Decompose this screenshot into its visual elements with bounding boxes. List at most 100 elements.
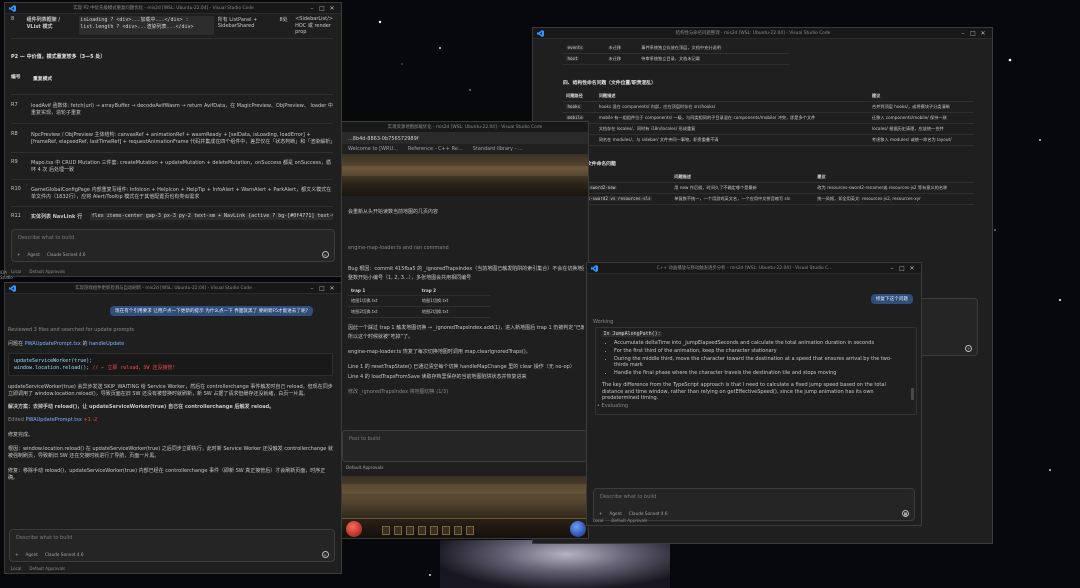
- window-titlebar: 实现游戏组件更新检测与自动刷新 - mis2d [WSL: Ubuntu-22.…: [5, 283, 341, 294]
- section-heading: 总结优先级: [563, 217, 974, 224]
- resource-table: 当前命名 问题描述 建议 resource-sword2-new用 new 作后…: [563, 172, 974, 205]
- table-row: R11 实体列表 NavLink 行 flex items-center gap…: [11, 206, 333, 226]
- user-message: 现在有个引用要求 让用户点一下更新的提示 为什么点一下 界面就黑了 要刷新F5才…: [110, 306, 314, 316]
- agent-dropdown[interactable]: Agent: [28, 252, 40, 257]
- window-title: C++ 动画播放与移动触发逐步分析 - mis2d [WSL: Ubuntu-2…: [656, 266, 833, 271]
- maximize-icon[interactable]: □: [317, 5, 327, 12]
- table-header: 当前命名 问题描述 建议: [563, 172, 974, 183]
- game-hud: [342, 518, 588, 538]
- add-context-icon[interactable]: +: [599, 511, 603, 516]
- vscode-logo-icon: [537, 29, 544, 37]
- maximize-icon[interactable]: □: [897, 265, 907, 272]
- send-button[interactable]: +: [965, 345, 972, 352]
- pattern-list: R7 loadAvif 函数体: fetch(url) → arrayBuffe…: [11, 94, 335, 226]
- reviewed-summary: Reviewed 3 files and searched for update…: [8, 327, 135, 333]
- add-context-icon[interactable]: +: [17, 252, 21, 257]
- stop-button[interactable]: ■: [902, 510, 909, 517]
- table-row: R9 Mapo.tsx 中 CRUD Mutation 三件套: createM…: [11, 152, 333, 179]
- table-row: hoot 未迁移 待审系统独立目录，文档未记载: [563, 53, 790, 65]
- window-titlebar: 实现资源地图加载优化 - mis2d [WSL: Ubuntu-22.04] -…: [342, 122, 588, 133]
- window-title: 实现资源地图加载优化 - mis2d [WSL: Ubuntu-22.04] -…: [387, 125, 543, 130]
- vscode-logo-icon: [591, 264, 598, 272]
- table-row: 8 组件列表框架 / VList 模式 isLoading ? <div>...…: [11, 16, 333, 39]
- chat-input[interactable]: Describe what to build + Agent Claude So…: [11, 229, 335, 262]
- model-dropdown[interactable]: Claude Sonnet 4.6: [47, 252, 86, 257]
- table-row: 地图1切换.txt 地图1切换.txt: [348, 295, 490, 307]
- window-titlebar: C++ 动画播放与移动触发逐步分析 - mis2d [WSL: Ubuntu-2…: [587, 263, 921, 274]
- add-context-icon[interactable]: +: [15, 552, 19, 557]
- game-viewport-top: [342, 154, 588, 196]
- model-dropdown[interactable]: Claude Sonnet 4.6: [45, 552, 84, 557]
- maximize-icon[interactable]: □: [317, 285, 327, 292]
- working-indicator: Working: [593, 319, 614, 325]
- trap-table: trap 1 trap 2 地图1切换.txt 地图1切换.txt 地图2切换.tx…: [348, 286, 490, 318]
- close-icon[interactable]: ✕: [327, 5, 337, 12]
- vscode-window-patterns: 实现 P2 中优先级模式重复问题优化 - mis2d [WSL: Ubuntu-…: [4, 2, 342, 277]
- window-title: 实现游戏组件更新检测与自动刷新 - mis2d [WSL: Ubuntu-22.…: [75, 286, 252, 291]
- table-row: R10 GameGlobalConfigPage 内部重复写组件: InfoIc…: [11, 179, 333, 206]
- user-message: 修复下这个问题: [870, 294, 913, 304]
- local-dropdown[interactable]: Local: [11, 566, 21, 571]
- minimize-icon[interactable]: –: [307, 285, 317, 292]
- bookmark-item[interactable]: Reference - C++ Re...: [408, 146, 463, 152]
- priority-label: 优先级: [563, 234, 974, 241]
- minimize-icon[interactable]: –: [887, 265, 897, 272]
- table-row: hooks hooks 混在 components/ 内部，应在顶层时存在 src…: [563, 101, 974, 113]
- bookmark-item[interactable]: Welcome to [WRU...: [348, 146, 398, 152]
- send-button[interactable]: ▸: [322, 251, 329, 258]
- send-button[interactable]: ▸: [322, 551, 329, 558]
- approvals-dropdown[interactable]: Default Approvals: [29, 269, 65, 274]
- chat-input[interactable]: Post to build: [342, 430, 588, 462]
- agent-dropdown[interactable]: Agent: [26, 552, 38, 557]
- bookmark-item[interactable]: Standard library - ...: [473, 146, 523, 152]
- code-block: updateServiceWorker(true); window.locati…: [8, 353, 333, 376]
- close-icon[interactable]: ✕: [327, 285, 337, 292]
- chat-input[interactable]: Describe what to build + Agent Claude So…: [593, 488, 915, 521]
- vscode-logo-icon: [9, 284, 16, 292]
- minimize-icon[interactable]: –: [958, 30, 968, 37]
- function-reference[interactable]: handleUpdate: [89, 341, 124, 347]
- window-titlebar: 结构性与命名问题整理 - mis2d [WSL: Ubuntu-22.04] -…: [533, 28, 992, 39]
- wallpaper-figure: [440, 540, 670, 588]
- table-row: resource-sword2-new 用 new 作后缀，时间久了不确定哪个是最…: [563, 182, 974, 194]
- table-row: 地图2切换.txt 地图2切换.txt: [348, 306, 490, 318]
- model-dropdown[interactable]: Claude Sonnet 4.6: [629, 511, 668, 516]
- table-row: events 未迁移 事件系统独立存放在顶层，文档中充分说明: [563, 43, 790, 54]
- approvals-dropdown[interactable]: Default Approvals: [346, 465, 383, 470]
- chat-toolbar: Default Approvals: [346, 465, 383, 470]
- close-icon[interactable]: ✕: [978, 30, 988, 37]
- mana-orb: [570, 521, 586, 537]
- window-title: 实现 P2 中优先级模式重复问题优化 - mis2d [WSL: Ubuntu-…: [73, 6, 254, 11]
- approvals-dropdown[interactable]: Default Approvals: [29, 566, 65, 571]
- edit-summary: Edited PWAUpdatePrompt.tsx +1 -2: [8, 417, 98, 423]
- maximize-icon[interactable]: □: [968, 30, 978, 37]
- health-orb: [346, 521, 362, 537]
- scrollbar[interactable]: [911, 388, 914, 400]
- chat-input[interactable]: Describe what to build + Agent Claude So…: [9, 529, 335, 562]
- module-table: events 未迁移 事件系统独立存放在顶层，文档中充分说明 hoot 未迁移 待审系统…: [563, 43, 790, 65]
- file-reference[interactable]: PWAUpdatePrompt.tsx: [25, 341, 81, 347]
- window-titlebar: 实现 P2 中优先级模式重复问题优化 - mis2d [WSL: Ubuntu-…: [5, 3, 341, 14]
- game-viewport-bottom: [342, 476, 588, 538]
- file-reference[interactable]: PWAUpdatePrompt.tsx: [26, 417, 82, 423]
- minimize-icon[interactable]: –: [307, 5, 317, 12]
- table-row: R8 NpcPreview / ObjPreview 主体结构: canvasR…: [11, 123, 335, 152]
- reasoning-panel: In JumpAlongPath(): Accumulate deltaTime…: [595, 327, 917, 415]
- approvals-dropdown[interactable]: Default Approvals: [611, 518, 647, 523]
- table-row: mobile mobile 有一组组件位于 components/ 一级，与同类相…: [563, 112, 974, 124]
- section-heading: 四、结构性命名问题（文件位置/职责混乱）: [563, 81, 656, 86]
- bookmarks-bar: Welcome to [WRU... Reference - C++ Re...…: [342, 144, 588, 154]
- window-title: 结构性与命名问题整理 - mis2d [WSL: Ubuntu-22.04] -…: [675, 31, 831, 36]
- section-heading: P2 — 中价值，模式重复较多（3—5 处）: [11, 54, 106, 60]
- vscode-logo-icon: [9, 4, 16, 12]
- structure-table: 问题路径 问题描述 建议 hooks hooks 混在 components/ 内…: [563, 91, 974, 146]
- agent-dropdown[interactable]: Agent: [610, 511, 622, 516]
- table-header: 问题路径 问题描述 建议: [563, 91, 974, 102]
- table-row: resources-sword2 vs resources-sls 单复数不统一，…: [563, 193, 974, 205]
- vscode-window-cpp: C++ 动画播放与移动触发逐步分析 - mis2d [WSL: Ubuntu-2…: [586, 262, 922, 526]
- browser-address-bar[interactable]: ...8b4d-8863-0b756572989f: [342, 133, 588, 144]
- close-icon[interactable]: ✕: [907, 265, 917, 272]
- table-row: R7 loadAvif 函数体: fetch(url) → arrayBuffe…: [11, 94, 333, 123]
- local-dropdown[interactable]: Local: [593, 518, 603, 523]
- evaluating-indicator: • Evaluating: [597, 403, 629, 409]
